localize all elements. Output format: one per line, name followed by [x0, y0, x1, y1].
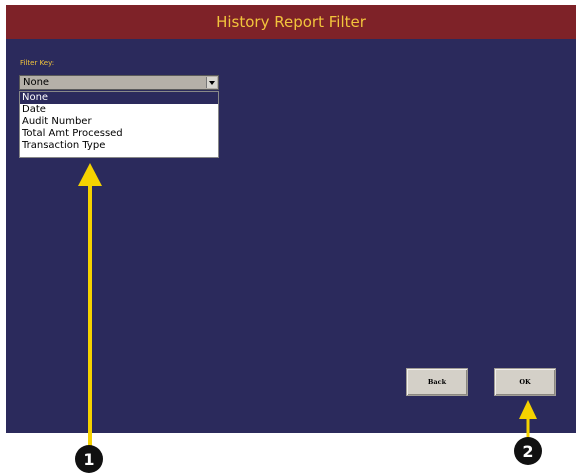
ok-button[interactable]: OK	[494, 368, 556, 396]
filter-key-select[interactable]: None	[19, 75, 219, 90]
callout-badge-2: 2	[514, 437, 542, 465]
filter-key-selected-value: None	[23, 77, 50, 88]
callout-badge-1: 1	[75, 445, 103, 473]
filter-key-label: Filter Key:	[20, 59, 55, 67]
dropdown-option-none[interactable]: None	[20, 92, 218, 104]
chevron-down-icon[interactable]	[206, 77, 217, 88]
title-bar: History Report Filter	[6, 5, 576, 39]
app-screen: History Report Filter Filter Key: None N…	[6, 5, 576, 433]
dropdown-option-transaction-type[interactable]: Transaction Type	[20, 140, 218, 152]
back-button[interactable]: Back	[406, 368, 468, 396]
dropdown-option-total-amt-processed[interactable]: Total Amt Processed	[20, 128, 218, 140]
window-title: History Report Filter	[216, 13, 366, 31]
dropdown-option-audit-number[interactable]: Audit Number	[20, 116, 218, 128]
dropdown-option-date[interactable]: Date	[20, 104, 218, 116]
filter-key-dropdown-list: None Date Audit Number Total Amt Process…	[19, 91, 219, 158]
